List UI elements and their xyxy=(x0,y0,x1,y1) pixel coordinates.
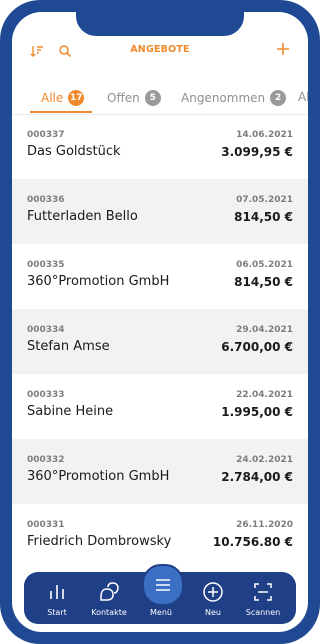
nav-new[interactable]: Neu xyxy=(188,572,238,624)
customer-name: Sabine Heine xyxy=(27,404,114,419)
contacts-icon xyxy=(100,582,119,601)
list-item[interactable]: 000332 24.02.2021 360°Promotion GmbH 2.7… xyxy=(12,439,308,504)
customer-name: Friedrich Dombrowsky xyxy=(27,534,172,549)
offer-number: 000331 xyxy=(27,520,65,530)
offer-date: 07.05.2021 xyxy=(236,195,293,205)
nav-label: Neu xyxy=(205,608,221,617)
count-badge: 2 xyxy=(270,90,287,106)
offer-number: 000336 xyxy=(27,195,65,205)
offer-number: 000335 xyxy=(27,260,65,270)
offer-date: 06.05.2021 xyxy=(236,260,293,270)
page-title: ANGEBOTE xyxy=(130,44,190,55)
device-notch xyxy=(76,12,244,36)
list-item[interactable]: 000334 29.04.2021 Stefan Amse 6.700,00 € xyxy=(12,309,308,374)
offer-number: 000333 xyxy=(27,390,65,400)
list-item[interactable]: 000336 07.05.2021 Futterladen Bello 814,… xyxy=(12,179,308,244)
offer-number: 000332 xyxy=(27,455,65,465)
offer-date: 14.06.2021 xyxy=(236,130,293,140)
chart-icon xyxy=(50,585,64,599)
offer-amount: 814,50 € xyxy=(234,210,293,224)
nav-label: Kontakte xyxy=(91,608,127,617)
nav-scan[interactable]: Scannen xyxy=(238,572,288,624)
offer-number: 000334 xyxy=(27,325,65,335)
tab-label: Ab xyxy=(298,90,308,104)
tab-label: Offen xyxy=(107,91,140,105)
bottom-navigation: Start Kontakte Menü Neu Scannen xyxy=(24,564,296,624)
plus-circle-icon xyxy=(203,582,223,602)
nav-label: Scannen xyxy=(245,608,281,617)
tab-open[interactable]: Offen 5 xyxy=(107,90,161,106)
list-item[interactable]: 000335 06.05.2021 360°Promotion GmbH 814… xyxy=(12,244,308,309)
tab-label: Alle xyxy=(41,91,64,105)
phone-frame: ANGEBOTE Alle 17 Offen 5 Angenommen 2 Ab xyxy=(0,0,320,644)
offer-date: 24.02.2021 xyxy=(236,455,293,465)
offer-date: 22.04.2021 xyxy=(236,390,293,400)
tab-accepted[interactable]: Angenommen 2 xyxy=(181,90,287,106)
offer-amount: 6.700,00 € xyxy=(221,340,293,354)
count-badge: 5 xyxy=(144,90,161,106)
nav-label: Start xyxy=(47,608,67,617)
offer-amount: 3.099,95 € xyxy=(221,145,293,159)
nav-start[interactable]: Start xyxy=(32,572,82,624)
customer-name: Das Goldstück xyxy=(27,144,121,159)
offer-amount: 814,50 € xyxy=(234,275,293,289)
filter-tabs: Alle 17 Offen 5 Angenommen 2 Ab xyxy=(12,82,308,115)
count-badge: 17 xyxy=(68,90,85,106)
customer-name: 360°Promotion GmbH xyxy=(27,469,170,484)
tab-all[interactable]: Alle 17 xyxy=(41,90,85,106)
list-item[interactable]: 000331 26.11.2020 Friedrich Dombrowsky 1… xyxy=(12,504,308,569)
customer-name: 360°Promotion GmbH xyxy=(27,274,170,289)
plus-icon xyxy=(277,43,289,55)
nav-menu[interactable]: Menü xyxy=(136,572,186,624)
add-offer-button[interactable] xyxy=(272,38,294,60)
active-tab-indicator xyxy=(30,111,92,113)
list-item[interactable]: 000333 22.04.2021 Sabine Heine 1.995,00 … xyxy=(12,374,308,439)
offer-amount: 2.784,00 € xyxy=(221,470,293,484)
offer-amount: 1.995,00 € xyxy=(221,405,293,419)
scan-icon xyxy=(254,583,272,601)
nav-label: Menü xyxy=(150,608,172,617)
offer-date: 26.11.2020 xyxy=(236,520,293,530)
offer-list: 000337 14.06.2021 Das Goldstück 3.099,95… xyxy=(12,114,308,569)
app-screen: ANGEBOTE Alle 17 Offen 5 Angenommen 2 Ab xyxy=(12,12,308,632)
customer-name: Stefan Amse xyxy=(27,339,110,354)
offer-number: 000337 xyxy=(27,130,65,140)
customer-name: Futterladen Bello xyxy=(27,209,138,224)
tab-label: Angenommen xyxy=(181,91,266,105)
offer-date: 29.04.2021 xyxy=(236,325,293,335)
nav-contacts[interactable]: Kontakte xyxy=(84,572,134,624)
list-item[interactable]: 000337 14.06.2021 Das Goldstück 3.099,95… xyxy=(12,114,308,179)
offer-amount: 10.756.80 € xyxy=(212,535,293,549)
tab-declined[interactable]: Ab xyxy=(298,90,308,104)
